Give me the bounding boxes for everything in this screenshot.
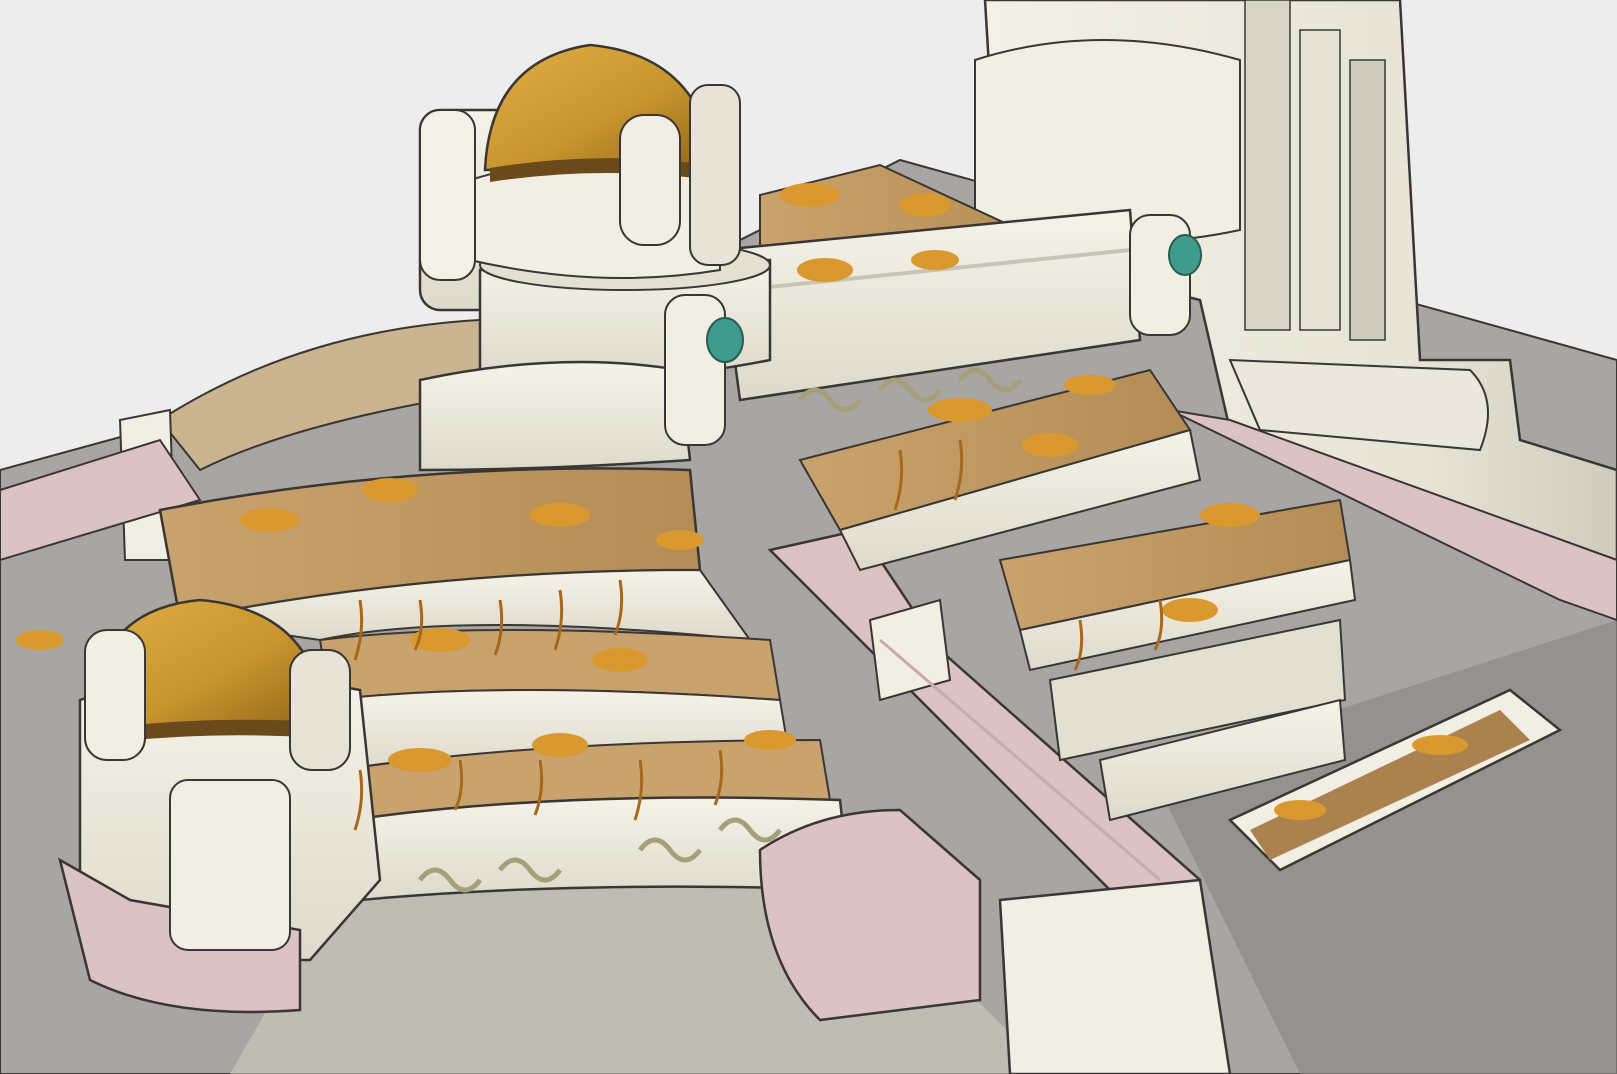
architectural-terraces-artwork: [0, 0, 1617, 1074]
